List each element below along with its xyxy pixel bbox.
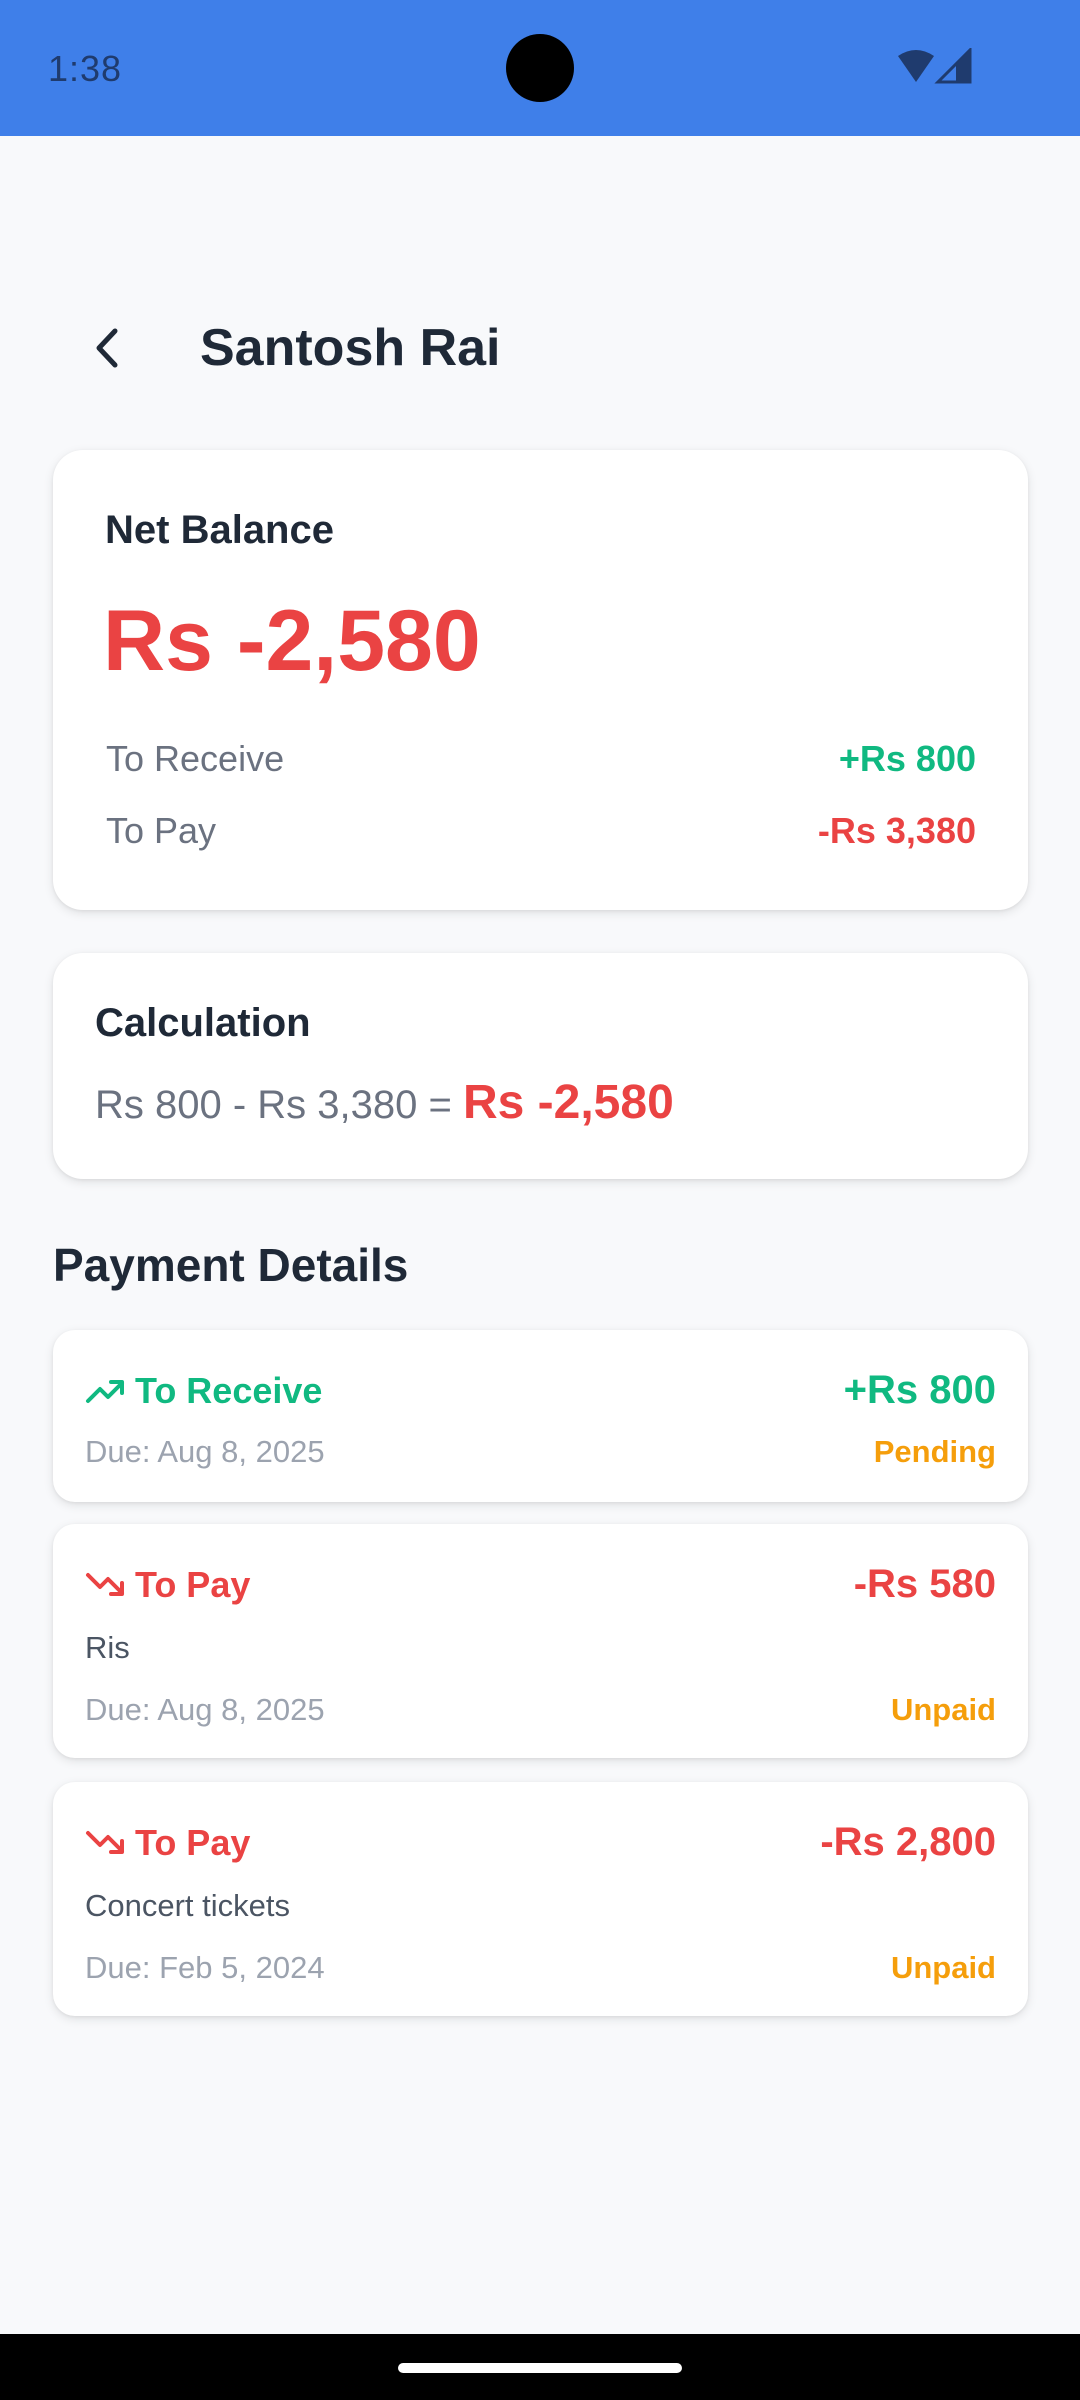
payment-type: To Pay — [85, 1822, 250, 1864]
payment-type: To Receive — [85, 1370, 322, 1412]
calculation-card: Calculation Rs 800 - Rs 3,380 = Rs -2,58… — [53, 953, 1028, 1179]
calculation-line: Rs 800 - Rs 3,380 = Rs -2,580 — [95, 1075, 674, 1130]
to-receive-row: To Receive +Rs 800 — [106, 738, 976, 780]
payment-status: Unpaid — [890, 1692, 996, 1727]
payment-type-label: To Receive — [135, 1370, 323, 1411]
payment-amount: -Rs 580 — [853, 1562, 996, 1606]
home-indicator[interactable] — [398, 2363, 682, 2373]
status-icons — [898, 48, 972, 84]
payment-item[interactable]: To Pay -Rs 580 Ris Due: Aug 8, 2025 Unpa… — [53, 1524, 1028, 1758]
wifi-icon — [898, 50, 934, 82]
payment-due-date: Due: Feb 5, 2024 — [85, 1950, 325, 1985]
payment-type-label: To Pay — [135, 1822, 251, 1863]
payment-amount: +Rs 800 — [843, 1368, 996, 1412]
payment-details-title: Payment Details — [53, 1239, 409, 1291]
payment-item[interactable]: To Receive +Rs 800 Due: Aug 8, 2025 Pend… — [53, 1330, 1028, 1502]
trending-down-icon — [86, 1831, 124, 1854]
payment-item[interactable]: To Pay -Rs 2,800 Concert tickets Due: Fe… — [53, 1782, 1028, 2016]
payment-amount: -Rs 2,800 — [820, 1820, 996, 1864]
payment-description: Concert tickets — [85, 1888, 291, 1923]
payment-type-label: To Pay — [135, 1564, 251, 1605]
trending-up-icon — [86, 1380, 124, 1403]
payment-due-date: Due: Aug 8, 2025 — [85, 1692, 325, 1727]
to-pay-row: To Pay -Rs 3,380 — [106, 810, 976, 852]
net-balance-card: Net Balance Rs -2,580 To Receive +Rs 800… — [53, 450, 1028, 910]
calculation-label: Calculation — [95, 1001, 311, 1045]
navigation-bar — [0, 2334, 1080, 2400]
calculation-result: Rs -2,580 — [462, 1076, 674, 1129]
payment-status: Unpaid — [890, 1950, 996, 1985]
payment-description: Ris — [85, 1630, 130, 1665]
status-bar: 1:38 — [0, 0, 1080, 136]
payment-type: To Pay — [85, 1564, 250, 1606]
net-balance-label: Net Balance — [105, 508, 334, 552]
camera-cutout — [506, 34, 574, 102]
calculation-expression: Rs 800 - Rs 3,380 = — [95, 1083, 463, 1127]
trending-down-icon — [86, 1573, 124, 1596]
chevron-left-icon — [96, 328, 118, 368]
status-time: 1:38 — [48, 48, 123, 89]
back-button[interactable] — [74, 316, 138, 380]
to-pay-value: -Rs 3,380 — [817, 810, 976, 851]
page-title: Santosh Rai — [200, 319, 501, 377]
payment-due-date: Due: Aug 8, 2025 — [85, 1434, 325, 1469]
to-pay-label: To Pay — [106, 810, 217, 851]
to-receive-label: To Receive — [106, 738, 285, 779]
to-receive-value: +Rs 800 — [838, 738, 976, 779]
header: Santosh Rai — [0, 300, 1080, 396]
payment-status: Pending — [873, 1434, 996, 1469]
net-balance-amount: Rs -2,580 — [103, 593, 481, 689]
